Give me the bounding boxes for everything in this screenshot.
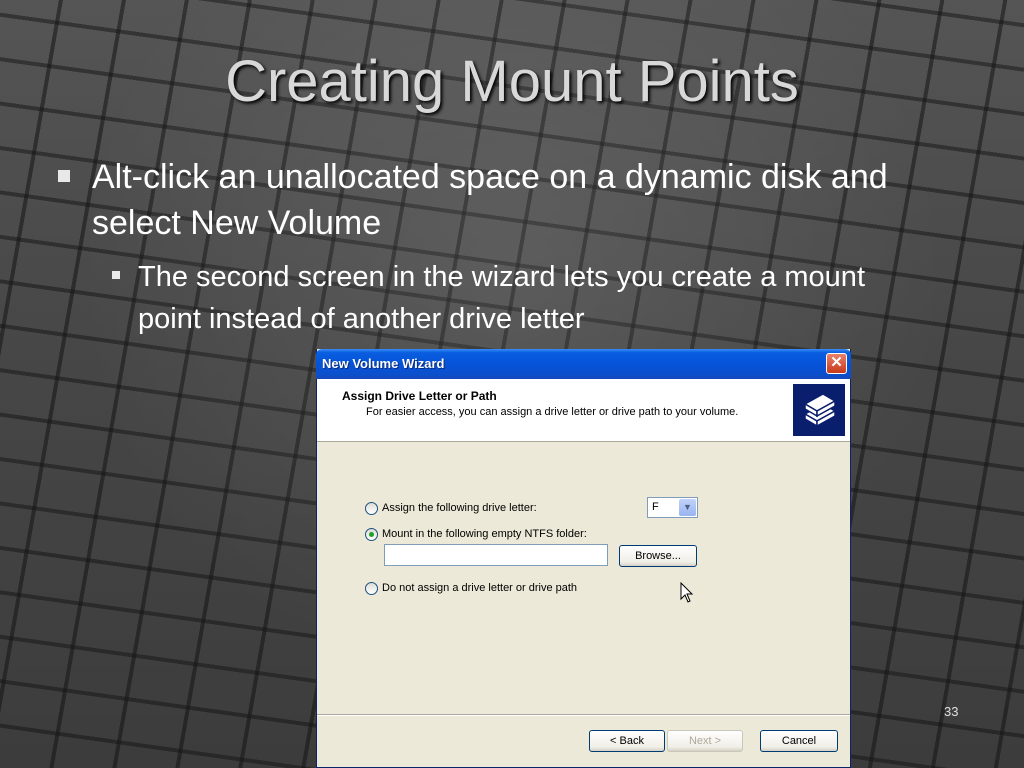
option-label: Assign the following drive letter:	[382, 502, 537, 514]
square-bullet-icon	[112, 271, 120, 279]
radio-no-drive-letter[interactable]	[365, 582, 378, 595]
wizard-header: Assign Drive Letter or Path For easier a…	[317, 379, 850, 442]
back-button[interactable]: < Back	[589, 730, 665, 752]
option-label: Mount in the following empty NTFS folder…	[382, 528, 587, 540]
cancel-button[interactable]: Cancel	[760, 730, 838, 752]
chevron-down-icon[interactable]: ▼	[679, 499, 696, 516]
disk-stack-icon	[793, 384, 845, 436]
slide-page-number: 33	[944, 704, 959, 719]
header-subtitle: For easier access, you can assign a driv…	[366, 406, 739, 418]
folder-path-input[interactable]	[384, 544, 608, 566]
option-label: Do not assign a drive letter or drive pa…	[382, 582, 578, 594]
header-title: Assign Drive Letter or Path	[342, 389, 497, 403]
next-button[interactable]: Next >	[667, 730, 743, 752]
footer-separator	[317, 714, 850, 716]
dialog-titlebar[interactable]: New Volume Wizard ✕	[316, 349, 851, 379]
drive-letter-value: F	[652, 501, 659, 513]
radio-mount-ntfs-folder[interactable]	[365, 528, 378, 541]
bullet-level1: Alt-click an unallocated space on a dyna…	[58, 154, 898, 246]
bullet-level2: The second screen in the wizard lets you…	[112, 256, 912, 340]
new-volume-wizard-dialog: New Volume Wizard ✕ Assign Drive Letter …	[316, 349, 851, 768]
drive-letter-select[interactable]: F ▼	[647, 497, 698, 518]
radio-assign-drive-letter[interactable]	[365, 502, 378, 515]
square-bullet-icon	[58, 170, 70, 182]
bullet-level2-text: The second screen in the wizard lets you…	[138, 261, 865, 335]
browse-button[interactable]: Browse...	[619, 545, 697, 567]
dialog-title: New Volume Wizard	[322, 356, 445, 371]
slide-title: Creating Mount Points	[225, 49, 799, 114]
mouse-pointer-icon	[680, 581, 694, 609]
bullet-level1-text: Alt-click an unallocated space on a dyna…	[92, 158, 888, 242]
close-button[interactable]: ✕	[826, 353, 847, 374]
